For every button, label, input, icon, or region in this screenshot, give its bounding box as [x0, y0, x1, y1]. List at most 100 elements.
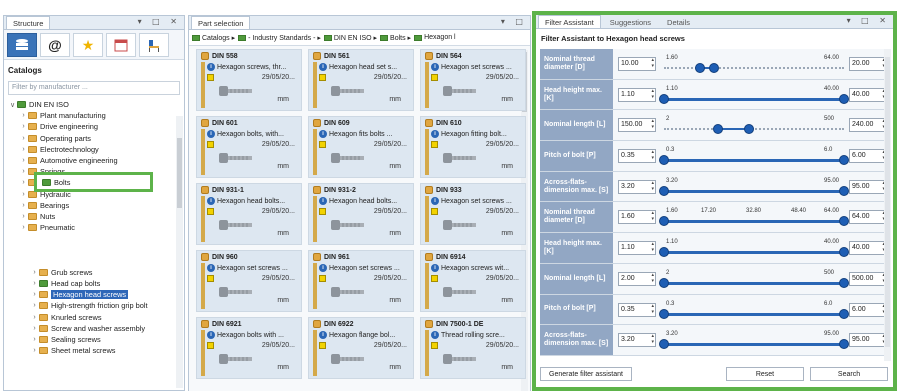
min-value-stepper[interactable]: 3.20	[618, 179, 656, 194]
range-slider-min-handle[interactable]	[695, 63, 705, 73]
breadcrumb-item[interactable]: Hexagon l	[414, 34, 456, 41]
tree-item[interactable]: › Bearings	[8, 200, 184, 211]
range-slider-track[interactable]	[664, 251, 844, 255]
range-slider-max-handle[interactable]	[839, 308, 849, 319]
range-slider-track[interactable]	[664, 128, 844, 131]
part-card[interactable]: DIN 6921 i Hexagon bolts with ... 29/05/20.…	[196, 317, 302, 379]
expand-chevron-icon[interactable]: ›	[30, 336, 39, 343]
max-value-stepper[interactable]: 240.00	[849, 118, 887, 133]
part-card[interactable]: DIN 931-2 i Hexagon head bolts... 29/05/20.…	[308, 183, 414, 245]
part-card[interactable]: DIN 6922 i Hexagon flange bol... 29/05/20..…	[308, 317, 414, 379]
max-value-stepper[interactable]: 95.00	[849, 333, 887, 348]
tab-structure[interactable]: Structure	[6, 16, 51, 29]
expand-chevron-icon[interactable]: ›	[19, 135, 28, 142]
catalog-stack-button[interactable]	[7, 33, 37, 57]
tree-item[interactable]	[8, 244, 184, 255]
manufacturer-filter-input[interactable]: Filter by manufacturer ...	[8, 81, 180, 95]
part-card[interactable]: DIN 561 i Hexagon head set s... 29/05/20...…	[308, 49, 414, 111]
max-value-stepper[interactable]: 20.00	[849, 57, 887, 71]
range-slider-min-handle[interactable]	[659, 308, 669, 319]
range-slider-track[interactable]	[664, 343, 844, 347]
part-card[interactable]: DIN 960 i Hexagon set screws ... 29/05/20..…	[196, 250, 302, 312]
expand-chevron-icon[interactable]: ›	[19, 157, 28, 164]
tree-item[interactable]: › Electrotechnology	[8, 144, 184, 155]
range-slider-min-handle[interactable]	[659, 93, 669, 104]
tree-item[interactable]: › Automotive engineering	[8, 155, 184, 166]
tree-item[interactable]: › Screw and washer assembly	[8, 323, 184, 334]
tree-item[interactable]: › Knurled screws	[8, 312, 184, 323]
breadcrumb-item[interactable]: DIN EN ISO ▸	[323, 34, 377, 42]
range-slider-min-handle[interactable]	[659, 339, 669, 350]
expand-chevron-icon[interactable]: ›	[19, 168, 28, 175]
tree-item[interactable]	[8, 233, 184, 244]
filter-scroll-thumb[interactable]	[885, 57, 890, 347]
min-value-stepper[interactable]: 1.10	[618, 241, 656, 256]
tab-part-selection[interactable]: Part selection	[191, 16, 251, 29]
expand-chevron-icon[interactable]: ›	[30, 302, 39, 309]
range-slider-min-handle[interactable]	[659, 247, 669, 258]
range-slider-max-handle[interactable]	[743, 124, 754, 135]
range-slider-min-handle[interactable]	[659, 185, 669, 196]
tree-item[interactable]: › Grub screws	[8, 267, 184, 278]
max-value-stepper[interactable]: 40.00	[849, 87, 887, 102]
filter-window-controls[interactable]: ▾ □ ✕	[847, 16, 890, 25]
breadcrumb-item[interactable]: Catalogs ▸	[192, 34, 235, 42]
expand-chevron-icon[interactable]: ›	[30, 325, 39, 332]
expand-chevron-icon[interactable]: ›	[30, 347, 39, 354]
min-value-stepper[interactable]: 2.00	[618, 271, 656, 286]
expand-chevron-icon[interactable]: ›	[19, 123, 28, 130]
part-card[interactable]: DIN 601 i Hexagon bolts, with... 29/05/20..…	[196, 116, 302, 178]
range-slider-track[interactable]	[664, 67, 844, 69]
filter-scrollbar[interactable]	[884, 49, 891, 361]
range-slider-max-handle[interactable]	[839, 93, 849, 104]
part-card[interactable]: DIN 6914 i Hexagon screws wit... 29/05/20..…	[420, 250, 526, 312]
range-slider-max-handle[interactable]	[839, 339, 849, 350]
min-value-stepper[interactable]: 1.60	[618, 210, 656, 225]
range-slider-max-handle[interactable]	[839, 247, 849, 258]
tree-item[interactable]: › Plant manufacturing	[8, 110, 184, 121]
range-slider-max-handle[interactable]	[709, 63, 720, 73]
expand-chevron-icon[interactable]: ›	[30, 269, 39, 276]
expand-chevron-icon[interactable]: ›	[30, 291, 39, 298]
reset-button[interactable]: Reset	[726, 367, 804, 381]
expand-chevron-icon[interactable]: ›	[30, 280, 39, 287]
tree-scroll-thumb[interactable]	[177, 138, 182, 208]
max-value-stepper[interactable]: 6.00	[849, 149, 887, 164]
part-card[interactable]: DIN 609 i Hexagon fits bolts ... 29/05/20..…	[308, 116, 414, 178]
expand-chevron-icon[interactable]: ›	[19, 179, 28, 186]
tree-item[interactable]: › Drive engineering	[8, 121, 184, 132]
expand-chevron-icon[interactable]: ›	[19, 224, 28, 231]
tab-filter-assistant[interactable]: Filter Assistant	[538, 15, 601, 28]
min-value-stepper[interactable]: 10.00	[618, 57, 656, 71]
part-card[interactable]: DIN 931-1 i Hexagon head bolts... 29/05/20.…	[196, 183, 302, 245]
structure-window-controls[interactable]: ▾ □ ✕	[138, 17, 181, 26]
max-value-stepper[interactable]: 95.00	[849, 179, 887, 194]
range-slider-min-handle[interactable]	[659, 155, 669, 166]
expand-chevron-icon[interactable]: ›	[30, 314, 39, 321]
expand-chevron-icon[interactable]: ›	[19, 146, 28, 153]
tree-item[interactable]	[8, 256, 184, 267]
range-slider-track[interactable]	[664, 159, 844, 163]
breadcrumb-item[interactable]: - Industry Standards - ▸	[238, 34, 321, 42]
min-value-stepper[interactable]: 0.35	[618, 302, 656, 317]
part-selection-window-controls[interactable]: ▾ □	[501, 17, 527, 26]
tree-item[interactable]: › Operating parts	[8, 133, 184, 144]
email-button[interactable]: @	[40, 33, 70, 57]
tree-item[interactable]: › Hexagon head screws	[8, 289, 184, 300]
tab-details[interactable]: Details	[660, 15, 697, 28]
tree-item[interactable]: › Sealing screws	[8, 334, 184, 345]
range-slider-min-handle[interactable]	[659, 216, 669, 227]
range-slider-max-handle[interactable]	[839, 185, 849, 196]
part-card[interactable]: DIN 610 i Hexagon fitting bolt... 29/05/20.…	[420, 116, 526, 178]
range-slider-track[interactable]	[664, 312, 844, 316]
min-value-stepper[interactable]: 3.20	[618, 333, 656, 348]
calendar-button[interactable]	[106, 33, 136, 57]
expand-chevron-icon[interactable]: ›	[19, 191, 28, 198]
part-card[interactable]: DIN 933 i Hexagon set screws ... 29/05/20..…	[420, 183, 526, 245]
search-button[interactable]: Search	[810, 367, 888, 381]
range-slider-track[interactable]	[664, 281, 844, 285]
bolts-highlight[interactable]: Bolts	[34, 172, 153, 192]
part-card[interactable]: DIN 558 i Hexagon screws, thr... 29/05/20..…	[196, 49, 302, 111]
max-value-stepper[interactable]: 500.00	[849, 271, 887, 286]
tree-item[interactable]: › Sheet metal screws	[8, 345, 184, 356]
